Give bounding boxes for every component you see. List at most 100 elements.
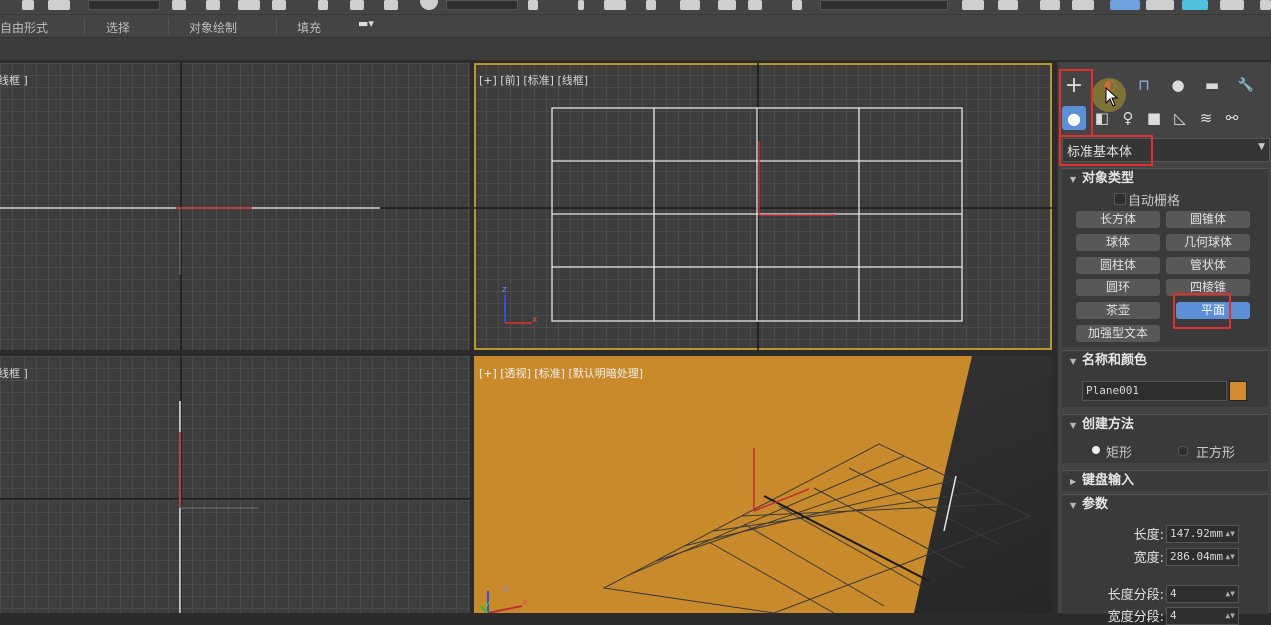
plane-button[interactable]: 平面 [1176, 302, 1250, 319]
viewport-front[interactable]: [+] [前] [标准] [线框] z x [474, 63, 1052, 350]
window-crossing-icon[interactable] [272, 0, 286, 10]
axis-z-label: z [502, 285, 507, 295]
curve-editor-icon[interactable] [1110, 0, 1140, 10]
collapse-triangle-icon: ▼ [1070, 421, 1077, 430]
orange-plane[interactable] [474, 356, 972, 613]
rectangle-radio[interactable] [1092, 446, 1100, 454]
cylinder-button[interactable]: 圆柱体 [1076, 257, 1160, 274]
tab-populate[interactable]: 填充 [297, 19, 321, 36]
render-frame-icon[interactable] [1260, 0, 1271, 10]
rollout-header[interactable]: ▼ 创建方法 [1062, 415, 1268, 435]
object-name-field[interactable]: Plane001 [1082, 381, 1227, 401]
rollout-header[interactable]: ▼ 名称和颜色 [1062, 351, 1268, 371]
viewport-perspective[interactable]: [+] [透视] [标准] [默认明暗处理] z y x [474, 356, 1052, 613]
geosphere-button[interactable]: 几何球体 [1166, 234, 1250, 251]
rollout-header[interactable]: ▼ 对象类型 [1062, 169, 1268, 189]
lights-category-icon[interactable]: ♀ [1116, 106, 1140, 130]
spinner-arrows-icon[interactable]: ▲▼ [1225, 526, 1235, 542]
width-segments-spinner[interactable]: 4 ▲▼ [1166, 607, 1239, 625]
length-segments-spinner[interactable]: 4 ▲▼ [1166, 585, 1239, 603]
tube-button[interactable]: 管状体 [1166, 257, 1250, 274]
redo-icon[interactable] [48, 0, 70, 10]
select-region-icon[interactable] [238, 0, 260, 10]
rotate-icon[interactable] [350, 0, 364, 10]
spinner-arrows-icon[interactable]: ▲▼ [1225, 586, 1235, 602]
named-selection-dropdown[interactable] [820, 0, 948, 10]
parameters-rollout: ▼ 参数 长度: 147.92mm ▲▼ 宽度: 286.04mm ▲▼ 长度分段: … [1062, 494, 1268, 625]
edit-named-sets-icon[interactable] [792, 0, 802, 10]
selection-filter-dropdown[interactable] [88, 0, 160, 10]
snap-icon[interactable] [646, 0, 656, 10]
align-icon[interactable] [998, 0, 1018, 10]
expand-triangle-icon: ▶ [1070, 477, 1077, 486]
text-plus-button[interactable]: 加强型文本 [1076, 325, 1160, 342]
select-manipulate-icon[interactable] [578, 0, 584, 10]
scale-icon[interactable] [384, 0, 398, 10]
angle-snap-icon[interactable] [680, 0, 700, 10]
keyboard-shortcut-icon[interactable] [604, 0, 626, 10]
display-tab-icon[interactable]: ▬ [1198, 72, 1226, 98]
spinner-snap-icon[interactable] [748, 0, 762, 10]
name-color-rollout: ▼ 名称和颜色 Plane001 [1062, 350, 1268, 407]
move-icon[interactable] [318, 0, 328, 10]
schematic-view-icon[interactable] [1146, 0, 1174, 10]
percent-snap-icon[interactable] [718, 0, 736, 10]
object-color-swatch[interactable] [1229, 381, 1247, 401]
viewport-front-graphics [474, 63, 1052, 350]
box-button[interactable]: 长方体 [1076, 211, 1160, 228]
viewport-label[interactable]: [+] [透视] [标准] [默认明暗处理] [479, 365, 643, 381]
plane-wireframe[interactable] [551, 107, 963, 322]
viewport-top[interactable]: 线框 ] [0, 63, 470, 350]
width-label: 宽度: [1133, 551, 1164, 566]
chevron-down-icon: ▼ [1258, 142, 1265, 152]
material-editor-icon[interactable] [1182, 0, 1208, 10]
ribbon-divider [168, 18, 169, 34]
ribbon-options-icon[interactable]: ▬▾ [358, 17, 374, 30]
scene-explorer-icon[interactable] [1072, 0, 1094, 10]
rollout-header[interactable]: ▶ 键盘输入 [1062, 471, 1268, 491]
creation-method-rollout: ▼ 创建方法 矩形 正方形 [1062, 414, 1268, 463]
length-label: 长度: [1133, 528, 1164, 543]
helpers-category-icon[interactable]: ◺ [1168, 106, 1192, 130]
mirror-icon[interactable] [962, 0, 984, 10]
viewport-left[interactable]: 线框 ] [0, 356, 470, 613]
shapes-category-icon[interactable]: ◧ [1090, 106, 1114, 130]
hierarchy-tab-icon[interactable]: ⊓ [1130, 72, 1158, 98]
primitive-type-dropdown[interactable]: 标准基本体 ▼ [1062, 138, 1270, 162]
systems-category-icon[interactable]: ⚯ [1220, 106, 1244, 130]
square-radio[interactable] [1178, 446, 1188, 456]
teapot-button[interactable]: 茶壶 [1076, 302, 1160, 319]
axis-x-label: x [522, 598, 528, 608]
length-spinner[interactable]: 147.92mm ▲▼ [1166, 525, 1239, 543]
space-warps-category-icon[interactable]: ≋ [1194, 106, 1218, 130]
rollout-header[interactable]: ▼ 参数 [1062, 495, 1268, 515]
pointer-arrow-icon [1105, 87, 1119, 107]
undo-icon[interactable] [22, 0, 34, 10]
cone-button[interactable]: 圆锥体 [1166, 211, 1250, 228]
select-by-name-icon[interactable] [206, 0, 220, 10]
width-segments-label: 宽度分段: [1107, 610, 1164, 625]
torus-button[interactable]: 圆环 [1076, 279, 1160, 296]
spinner-arrows-icon[interactable]: ▲▼ [1225, 608, 1235, 624]
sphere-button[interactable]: 球体 [1076, 234, 1160, 251]
geometry-category-icon[interactable]: ● [1062, 106, 1086, 130]
width-spinner[interactable]: 286.04mm ▲▼ [1166, 548, 1239, 566]
collapse-triangle-icon: ▼ [1070, 357, 1077, 366]
spinner-arrows-icon[interactable]: ▲▼ [1225, 549, 1235, 565]
length-segments-label: 长度分段: [1107, 588, 1164, 603]
tab-object-paint[interactable]: 对象绘制 [189, 19, 237, 36]
tab-selection[interactable]: 选择 [106, 19, 130, 36]
pivot-icon[interactable] [528, 0, 538, 10]
pyramid-button[interactable]: 四棱锥 [1166, 279, 1250, 296]
create-tab-icon[interactable]: + [1060, 72, 1088, 98]
utilities-tab-icon[interactable]: 🔧 [1232, 72, 1260, 98]
reference-coord-dropdown[interactable] [446, 0, 518, 10]
tab-freeform[interactable]: 自由形式 [0, 19, 48, 36]
auto-grid-checkbox[interactable] [1114, 193, 1126, 205]
motion-tab-icon[interactable]: ● [1164, 72, 1192, 98]
render-setup-icon[interactable] [1220, 0, 1244, 10]
placement-icon[interactable] [420, 0, 438, 10]
select-object-icon[interactable] [172, 0, 186, 10]
layer-manager-icon[interactable] [1040, 0, 1060, 10]
cameras-category-icon[interactable]: ■ [1142, 106, 1166, 130]
